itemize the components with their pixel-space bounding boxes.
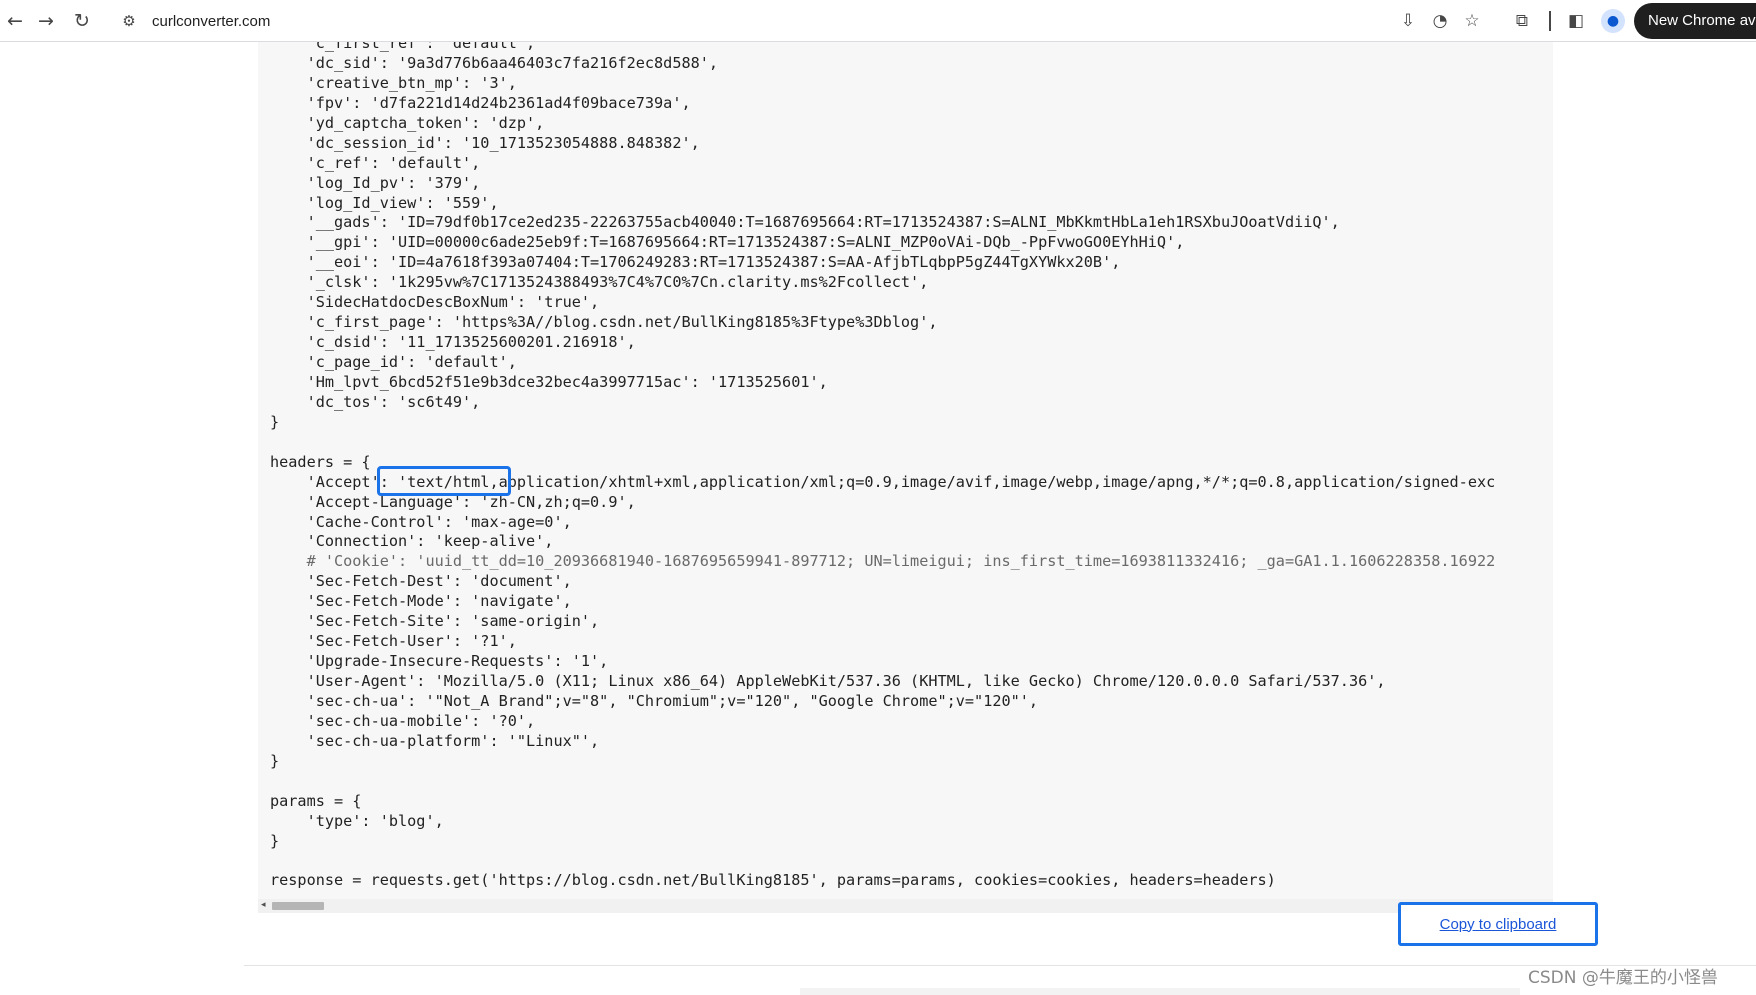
browser-toolbar: ← → ↻ ⚙ curlconverter.com ⇩ ◔ ☆ ⧉ ◧ ● Ne…	[0, 0, 1756, 42]
address-bar[interactable]: ⚙ curlconverter.com	[110, 3, 1495, 39]
csdn-watermark: CSDN @牛魔王的小怪兽	[1528, 968, 1718, 988]
scrollbar-thumb[interactable]	[272, 902, 324, 910]
code-line: 'Hm_lpvt_6bcd52f51e9b3dce32bec4a3997715a…	[270, 372, 828, 391]
scroll-left-icon[interactable]: ◂	[261, 900, 266, 910]
code-line: '__gpi': 'UID=00000c6ade25eb9f:T=1687695…	[270, 233, 1185, 252]
copy-to-clipboard-link[interactable]: Copy to clipboard	[1440, 916, 1557, 933]
code-line: }	[270, 412, 280, 431]
code-line: 'c_dsid': '11_1713525600201.216918',	[270, 333, 636, 352]
code-line: 'Sec-Fetch-Site': 'same-origin',	[270, 612, 600, 631]
code-line: 'c_page_id': 'default',	[270, 353, 517, 371]
code-line: 'yd_captcha_token': 'dzp',	[270, 113, 545, 132]
code-line: '__eoi': 'ID=4a7618f393a07404:T=17062492…	[270, 253, 1121, 272]
code-line: 'Cache-Control': 'max-age=0',	[270, 512, 572, 531]
code-line: 'Sec-Fetch-User': '?1',	[270, 632, 517, 651]
code-line: 'fpv': 'd7fa221d14d24b2361ad4f09bace739a…	[270, 93, 691, 112]
site-info-icon[interactable]: ⚙	[116, 12, 142, 30]
url-text[interactable]: curlconverter.com	[152, 13, 270, 30]
code-line: 'sec-ch-ua': '"Not_A Brand";v="8", "Chro…	[270, 691, 1039, 710]
code-line: 'log_Id_view': '559',	[270, 193, 499, 212]
toolbar-divider	[1549, 11, 1551, 31]
code-line: }	[270, 751, 280, 770]
side-panel-icon[interactable]: ◧	[1561, 6, 1591, 36]
code-line: 'sec-ch-ua-mobile': '?0',	[270, 711, 536, 730]
extensions-icon[interactable]: ⧉	[1507, 6, 1537, 36]
code-line: 'sec-ch-ua-platform': '"Linux"',	[270, 731, 600, 750]
code-line: 'Sec-Fetch-Dest': 'document',	[270, 572, 572, 591]
code-line: 'log_Id_pv': '379',	[270, 173, 481, 192]
bookmark-star-icon[interactable]: ☆	[1457, 6, 1487, 36]
performance-icon[interactable]: ◔	[1425, 6, 1455, 36]
code-line: 'Sec-Fetch-Mode': 'navigate',	[270, 592, 572, 611]
code-line: 'Upgrade-Insecure-Requests': '1',	[270, 652, 609, 671]
code-line: 'Connection': 'keep-alive',	[270, 532, 554, 551]
bottom-strip	[800, 988, 1520, 995]
back-icon[interactable]: ←	[0, 6, 30, 36]
code-line: params = {	[270, 791, 362, 810]
forward-icon[interactable]: →	[31, 6, 61, 36]
accept-value-highlight	[377, 466, 511, 496]
profile-avatar-icon[interactable]: ●	[1601, 9, 1625, 33]
new-chrome-button[interactable]: New Chrome av	[1634, 3, 1756, 39]
code-line: 'type': 'blog',	[270, 811, 444, 830]
code-line: 'dc_tos': 'sc6t49',	[270, 392, 481, 411]
code-line: 'SidecHatdocDescBoxNum': 'true',	[270, 293, 600, 312]
code-line: 'User-Agent': 'Mozilla/5.0 (X11; Linux x…	[270, 672, 1386, 690]
code-line: 'creative_btn_mp': '3',	[270, 73, 517, 92]
code-line: 'c_ref': 'default',	[270, 153, 481, 172]
code-line: 'c_first_ref': 'default',	[270, 42, 536, 52]
code-line: }	[270, 831, 280, 850]
code-line: # 'Cookie': 'uuid_tt_dd=10_20936681940-1…	[270, 552, 1496, 571]
code-line: 'dc_session_id': '10_1713523054888.84838…	[270, 133, 700, 152]
code-line: 'c_first_page': 'https%3A//blog.csdn.net…	[270, 313, 938, 332]
horizontal-scrollbar[interactable]: ◂ ▸	[258, 899, 1553, 913]
code-line: response = requests.get('https://blog.cs…	[270, 871, 1276, 890]
copy-to-clipboard-button[interactable]: Copy to clipboard	[1398, 902, 1598, 946]
code-line: 'dc_sid': '9a3d776b6aa46403c7fa216f2ec8d…	[270, 53, 719, 72]
reload-icon[interactable]: ↻	[67, 6, 97, 36]
code-line: '__gads': 'ID=79df0b17ce2ed235-22263755a…	[270, 213, 1340, 232]
code-line: '_clsk': '1k295vw%7C1713524388493%7C4%7C…	[270, 273, 929, 292]
install-app-icon[interactable]: ⇩	[1393, 6, 1423, 36]
